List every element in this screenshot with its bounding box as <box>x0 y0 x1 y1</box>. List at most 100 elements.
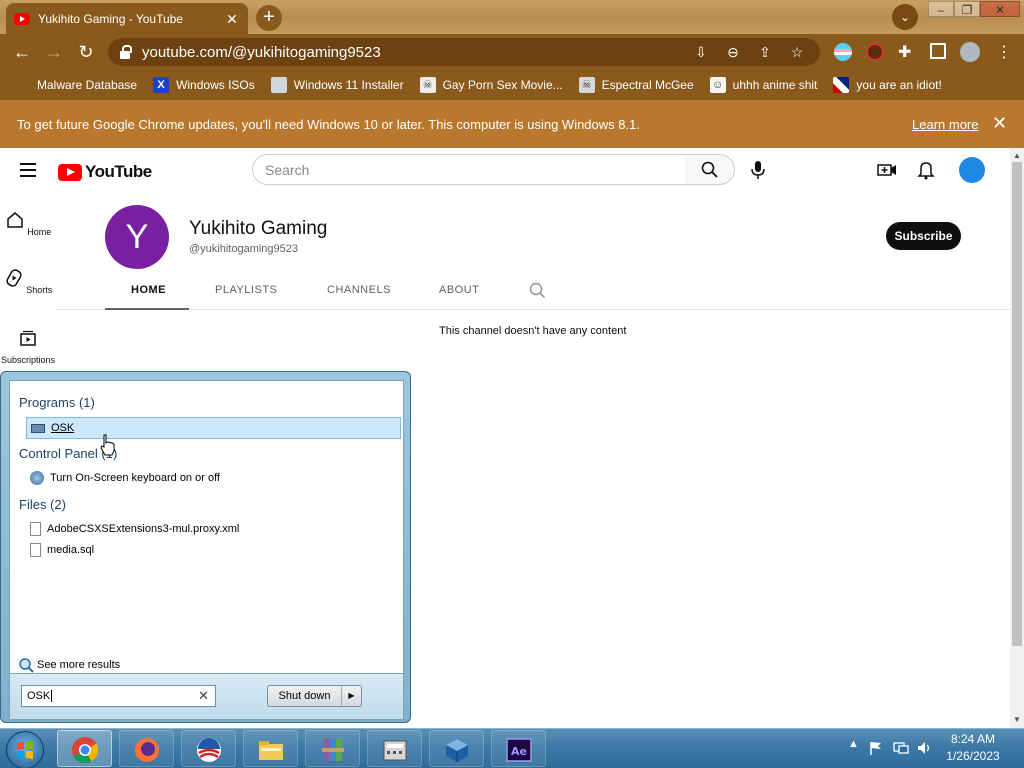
subscriptions-icon <box>20 330 36 346</box>
clear-search-icon[interactable]: ✕ <box>198 688 209 704</box>
side-panel-icon[interactable] <box>930 43 946 59</box>
taskbar-chrome[interactable] <box>57 730 112 767</box>
learn-more-link[interactable]: Learn more <box>912 117 978 132</box>
bookmark-item[interactable]: Windows 11 Installer <box>270 77 404 93</box>
tab-home[interactable]: HOME <box>131 284 166 296</box>
virtualbox-icon <box>446 739 468 762</box>
account-avatar[interactable] <box>959 157 985 183</box>
result-file-xml[interactable]: AdobeCSXSExtensions3-mul.proxy.xml <box>26 518 239 540</box>
empty-channel-message: This channel doesn't have any content <box>439 325 627 337</box>
channel-name: Yukihito Gaming <box>189 218 328 239</box>
profile-icon[interactable] <box>960 42 980 62</box>
tabs-divider <box>56 309 1010 310</box>
sidebar-item-shorts[interactable]: Shorts <box>0 268 56 295</box>
search-results-panel: Programs (1) OSK Control Panel (1) Turn … <box>9 380 404 674</box>
taskbar-after-effects[interactable]: Ae <box>491 730 546 767</box>
hamburger-menu-icon[interactable] <box>20 163 36 177</box>
scroll-down-arrow-icon[interactable]: ▼ <box>1010 714 1024 726</box>
update-infobar: To get future Google Chrome updates, you… <box>0 100 1024 148</box>
search-icon <box>701 161 718 178</box>
subscribe-button[interactable]: Subscribe <box>886 222 961 250</box>
start-orb-windows-icon[interactable] <box>6 731 44 768</box>
tab-search-chevron-icon[interactable]: ⌄ <box>892 4 918 30</box>
close-window-button[interactable]: ✕ <box>980 1 1020 17</box>
taskbar-firefox[interactable] <box>119 730 174 767</box>
result-turn-on-screen-keyboard[interactable]: Turn On-Screen keyboard on or off <box>26 467 220 489</box>
after-effects-icon: Ae <box>506 738 532 762</box>
result-file-sql[interactable]: media.sql <box>26 539 94 561</box>
bookmark-star-icon[interactable]: ☆ <box>786 44 808 61</box>
tab-channels[interactable]: CHANNELS <box>327 284 391 296</box>
start-search-input[interactable]: OSK ✕ <box>21 685 216 707</box>
taskbar-obama-app[interactable] <box>181 730 236 767</box>
share-icon[interactable]: ⇪ <box>754 44 776 61</box>
lock-icon <box>120 45 132 59</box>
microphone-icon[interactable] <box>750 160 766 180</box>
back-arrow-icon[interactable]: ← <box>10 40 34 64</box>
system-clock[interactable]: 8:24 AM 1/26/2023 <box>930 731 1016 765</box>
url-text: youtube.com/@yukihitogaming9523 <box>142 43 381 61</box>
keyboard-icon <box>31 423 45 433</box>
channel-search-icon[interactable] <box>529 282 546 299</box>
bookmark-item[interactable]: you are an idiot! <box>833 77 942 93</box>
taskbar-file-explorer[interactable] <box>243 730 298 767</box>
search-button[interactable] <box>685 154 735 185</box>
extension-avatar-icon[interactable] <box>866 43 884 61</box>
minimize-button[interactable]: – <box>928 1 954 17</box>
infobar-close-icon[interactable]: ✕ <box>992 113 1007 134</box>
bookmark-item[interactable]: X Windows ISOs <box>153 77 255 93</box>
menu-kebab-icon[interactable]: ⋮ <box>996 42 1012 62</box>
scroll-up-arrow-icon[interactable]: ▲ <box>1010 150 1024 162</box>
sidebar-item-home[interactable]: Home <box>0 210 56 237</box>
bookmark-item[interactable]: ☠ Espectral McGee <box>578 77 694 93</box>
install-icon[interactable]: ⇩ <box>690 44 712 61</box>
tab-title: Yukihito Gaming - YouTube <box>38 11 183 26</box>
skull-icon: ☠ <box>578 77 595 93</box>
tab-about[interactable]: ABOUT <box>439 284 479 296</box>
bookmark-item[interactable]: Malware Database <box>14 77 137 93</box>
notifications-bell-icon[interactable] <box>916 160 936 180</box>
browser-tab[interactable]: Yukihito Gaming - YouTube ✕ <box>6 3 248 34</box>
youtube-favicon-icon <box>14 12 30 25</box>
ease-of-access-icon <box>30 471 44 485</box>
reload-icon[interactable]: ↻ <box>74 40 98 64</box>
zoom-icon[interactable]: ⊖ <box>722 44 744 61</box>
bookmarks-bar: Malware Database X Windows ISOs Windows 1… <box>0 70 1024 100</box>
shutdown-options-arrow-icon[interactable]: ▶ <box>341 686 361 706</box>
taskbar-winrar[interactable] <box>305 730 360 767</box>
network-icon[interactable] <box>892 740 910 756</box>
svg-text:Ae: Ae <box>511 745 527 758</box>
channel-handle: @yukihitogaming9523 <box>189 243 299 255</box>
flag-icon <box>833 77 850 93</box>
scrollbar-thumb[interactable] <box>1012 162 1022 646</box>
search-input[interactable]: Search <box>252 154 686 185</box>
active-tab-underline <box>105 308 189 310</box>
shutdown-button[interactable]: Shut down ▶ <box>267 685 362 707</box>
tab-playlists[interactable]: PLAYLISTS <box>215 284 277 296</box>
programs-header[interactable]: Programs (1) <box>19 395 95 410</box>
taskbar-virtualbox[interactable] <box>429 730 484 767</box>
address-bar[interactable]: youtube.com/@yukihitogaming9523 ⇩ ⊖ ⇪ ☆ <box>108 38 820 66</box>
show-hidden-icons-arrow[interactable]: ▲ <box>848 738 859 750</box>
sidebar-item-subscriptions[interactable]: Subscriptions <box>0 328 56 365</box>
see-more-results-link[interactable]: See more results <box>18 657 120 673</box>
x-icon: X <box>153 77 170 93</box>
new-tab-button[interactable]: + <box>256 5 282 31</box>
calculator-icon <box>383 740 407 761</box>
youtube-logo[interactable]: YouTube <box>58 162 152 182</box>
hand-cursor-icon <box>100 434 115 456</box>
forward-arrow-icon[interactable]: → <box>42 40 66 64</box>
taskbar-calculator[interactable] <box>367 730 422 767</box>
files-header[interactable]: Files (2) <box>19 497 66 512</box>
bookmark-item[interactable]: ☺ uhhh anime shit <box>709 77 817 93</box>
create-video-icon[interactable] <box>877 160 897 180</box>
extension-flag-icon[interactable] <box>834 43 852 61</box>
explorer-icon <box>259 741 283 760</box>
result-osk[interactable]: OSK <box>26 417 401 439</box>
maximize-button[interactable]: ❐ <box>954 1 980 17</box>
tab-close-icon[interactable]: ✕ <box>224 11 240 27</box>
extensions-puzzle-icon[interactable]: ✚ <box>898 42 911 62</box>
bookmark-item[interactable]: ☠ Gay Porn Sex Movie... <box>419 77 563 93</box>
action-center-flag-icon[interactable] <box>868 740 884 756</box>
shorts-icon <box>6 269 22 287</box>
